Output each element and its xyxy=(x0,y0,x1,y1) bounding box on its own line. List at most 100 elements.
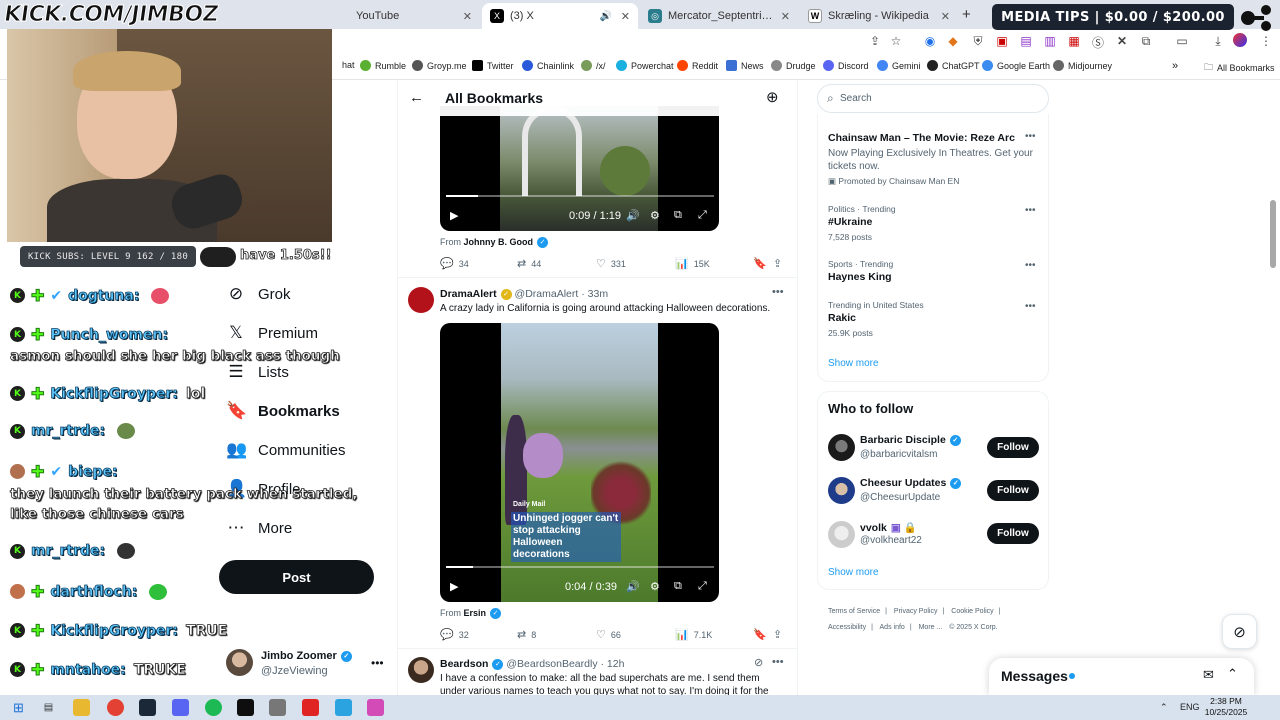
footer-link[interactable]: More ... xyxy=(919,624,943,631)
like-button[interactable]: ♡ 66 xyxy=(596,628,621,641)
suggestion-name[interactable]: vvolk ▣ 🔒 xyxy=(860,521,917,534)
grok-button[interactable]: ⊘ xyxy=(1222,614,1257,649)
share-button[interactable]: ⇪ xyxy=(773,257,787,270)
follow-button[interactable]: Follow xyxy=(987,437,1039,458)
file-explorer-icon[interactable] xyxy=(73,699,90,716)
tweet-time[interactable]: 12h xyxy=(607,658,625,670)
fullscreen-icon[interactable]: ⤢ xyxy=(698,209,707,222)
discord-icon[interactable] xyxy=(172,699,189,716)
bookmark-item[interactable]: Google Earth xyxy=(982,60,1050,71)
bookmark-item[interactable]: Powerchat xyxy=(616,60,674,71)
star-icon[interactable]: ☆ xyxy=(888,34,904,48)
promo-title[interactable]: Chainsaw Man – The Movie: Reze Arc xyxy=(828,132,1015,144)
metamask-icon[interactable]: ◆ xyxy=(945,34,961,48)
bookmark-item[interactable]: Rumble xyxy=(360,60,406,71)
nav-lists[interactable]: ☰ Lists xyxy=(226,362,288,382)
sidebar-icon[interactable]: ▭ xyxy=(1174,34,1190,48)
footer-link[interactable]: Privacy Policy xyxy=(894,608,938,615)
play-icon[interactable]: ▶ xyxy=(450,580,458,593)
messages-drawer[interactable]: Messages ✉ ⌃ xyxy=(989,658,1254,695)
settings-icon[interactable]: ⚙ xyxy=(650,580,660,593)
app-icon[interactable] xyxy=(367,699,384,716)
source-name[interactable]: Johnny B. Good xyxy=(464,237,534,247)
show-more-link[interactable]: Show more xyxy=(828,358,879,369)
more-options-icon[interactable]: ••• xyxy=(772,286,784,298)
back-arrow-icon[interactable]: ← xyxy=(409,89,424,106)
tray-chevron-icon[interactable]: ⌃ xyxy=(1160,702,1168,713)
nav-communities[interactable]: 👥 Communities xyxy=(226,440,346,460)
author-name[interactable]: DramaAlert xyxy=(440,288,497,300)
new-bookmark-folder-icon[interactable]: ⊕ xyxy=(766,88,779,106)
pip-icon[interactable]: ⧉ xyxy=(674,209,682,222)
more-options-icon[interactable]: ••• xyxy=(1025,131,1036,142)
bookmark-item[interactable]: /x/ xyxy=(581,60,606,71)
source-name[interactable]: Ersin xyxy=(464,608,487,618)
repost-button[interactable]: ⇄ 8 xyxy=(517,628,536,641)
footer-link[interactable]: Cookie Policy xyxy=(951,608,993,615)
x-extension-icon[interactable]: ✕ xyxy=(1114,34,1130,48)
bookmark-item[interactable]: Chainlink xyxy=(522,60,574,71)
reply-button[interactable]: 💬 34 xyxy=(440,257,469,270)
tweet-video[interactable]: Daily Mail Unhinged jogger can't stop at… xyxy=(440,323,719,602)
spotify-icon[interactable] xyxy=(205,699,222,716)
tweet-time[interactable]: 33m xyxy=(588,288,608,300)
video-progress[interactable] xyxy=(446,566,714,568)
scrollbar[interactable] xyxy=(1270,200,1276,268)
footer-link[interactable]: Ads info xyxy=(880,624,905,631)
like-button[interactable]: ♡ 331 xyxy=(596,257,626,270)
windows-start-icon[interactable]: ⊞ xyxy=(10,699,27,716)
more-options-icon[interactable]: ••• xyxy=(772,656,784,668)
footer-link[interactable]: Accessibility xyxy=(828,624,866,631)
steam-icon[interactable] xyxy=(139,699,156,716)
avatar[interactable] xyxy=(828,521,855,548)
account-switcher[interactable]: Jimbo Zoomer ✓ @JzeViewing ••• xyxy=(226,648,386,684)
terminal-icon[interactable] xyxy=(237,699,254,716)
nav-bookmarks[interactable]: 🔖 Bookmarks xyxy=(226,401,340,421)
task-view-icon[interactable]: ▤ xyxy=(40,699,57,716)
adobe-icon[interactable] xyxy=(302,699,319,716)
extension-icon[interactable]: ▦ xyxy=(1066,34,1082,48)
extension-icon[interactable]: Ⓢ xyxy=(1090,34,1106,51)
avatar[interactable] xyxy=(828,477,855,504)
all-bookmarks-folder[interactable]: 🗀 All Bookmarks xyxy=(1204,60,1275,76)
bookmark-item[interactable]: Groyp.me xyxy=(412,60,467,71)
shield-icon[interactable]: ⛨ xyxy=(970,34,986,49)
post-button[interactable]: Post xyxy=(219,560,374,594)
avatar[interactable] xyxy=(828,434,855,461)
close-icon[interactable]: ✕ xyxy=(941,10,950,23)
author-handle[interactable]: @BeardsonBeardly xyxy=(506,658,597,670)
extension-icon[interactable]: ◉ xyxy=(922,34,938,48)
trend-title[interactable]: #Ukraine xyxy=(828,216,872,228)
avatar[interactable] xyxy=(408,657,434,683)
tweet-video[interactable]: ▶ 0:09 / 1:19 🔊 ⚙ ⧉ ⤢ xyxy=(440,106,719,231)
close-icon[interactable]: ✕ xyxy=(621,10,630,23)
suggestion-name[interactable]: Barbaric Disciple ✓ xyxy=(860,434,961,446)
play-icon[interactable]: ▶ xyxy=(450,209,458,222)
settings-icon[interactable]: ⚙ xyxy=(650,209,660,222)
tab-mercator[interactable]: ◎ Mercator_Septentrionalium_Te ✕ xyxy=(640,3,798,29)
install-app-icon[interactable]: ⇪ xyxy=(867,34,883,48)
more-options-icon[interactable]: ••• xyxy=(371,656,384,670)
bookmark-item[interactable]: Gemini xyxy=(877,60,921,71)
bookmark-item[interactable]: hat xyxy=(342,60,355,70)
trend-title[interactable]: Haynes King xyxy=(828,271,892,283)
footer-link[interactable]: Terms of Service xyxy=(828,608,880,615)
chrome-icon[interactable] xyxy=(107,699,124,716)
tab-wikipedia[interactable]: W Skræling - Wikipedia ✕ xyxy=(800,3,958,29)
volume-icon[interactable]: 🔊 xyxy=(626,580,640,593)
bookmark-button[interactable]: 🔖 xyxy=(753,257,772,270)
video-progress[interactable] xyxy=(446,195,714,197)
views-button[interactable]: 📊 7.1K xyxy=(675,628,712,641)
avatar[interactable] xyxy=(408,287,434,313)
suggestion-name[interactable]: Cheesur Updates ✓ xyxy=(860,477,962,489)
follow-button[interactable]: Follow xyxy=(987,480,1039,501)
nav-premium[interactable]: 𝕏 Premium xyxy=(226,323,318,343)
share-button[interactable]: ⇪ xyxy=(773,628,787,641)
extension-icon[interactable]: ▤ xyxy=(1018,34,1034,48)
app-icon[interactable] xyxy=(269,699,286,716)
volume-icon[interactable]: 🔊 xyxy=(626,209,640,222)
tab-youtube[interactable]: YouTube ✕ xyxy=(330,3,480,29)
more-options-icon[interactable]: ••• xyxy=(1025,301,1036,312)
compose-message-icon[interactable]: ✉ xyxy=(1203,667,1214,683)
bookmark-item[interactable]: Twitter xyxy=(472,60,514,71)
